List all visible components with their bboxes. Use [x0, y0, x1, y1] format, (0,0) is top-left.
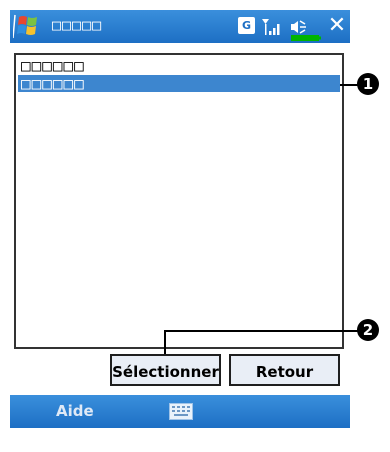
volume-icon[interactable] [286, 17, 308, 37]
signal-strength-icon[interactable] [261, 16, 285, 38]
callout-2-badge: 2 [357, 319, 379, 341]
item-listbox[interactable]: □□□□□□ □□□□□□ [14, 53, 344, 349]
battery-icon [291, 35, 321, 41]
window-title: □□□□□ [52, 16, 103, 34]
list-item-selected[interactable]: □□□□□□ [18, 75, 340, 92]
callout-1-badge: 1 [357, 73, 379, 95]
callout-line-2 [164, 330, 358, 332]
close-icon[interactable]: ✕ [326, 15, 348, 37]
callout-line-1 [340, 84, 358, 86]
windows-start-icon[interactable] [13, 12, 43, 40]
back-button[interactable]: Retour [229, 354, 340, 386]
callout-vline-2 [164, 330, 166, 354]
gprs-status-icon[interactable]: G [238, 17, 255, 34]
help-menu[interactable]: Aide [56, 402, 94, 420]
menu-bar: Aide [10, 395, 350, 428]
keyboard-icon[interactable] [169, 403, 193, 420]
title-bar: □□□□□ G ✕ [10, 10, 350, 43]
select-button[interactable]: Sélectionner [110, 354, 221, 386]
list-item[interactable]: □□□□□□ [18, 57, 340, 74]
